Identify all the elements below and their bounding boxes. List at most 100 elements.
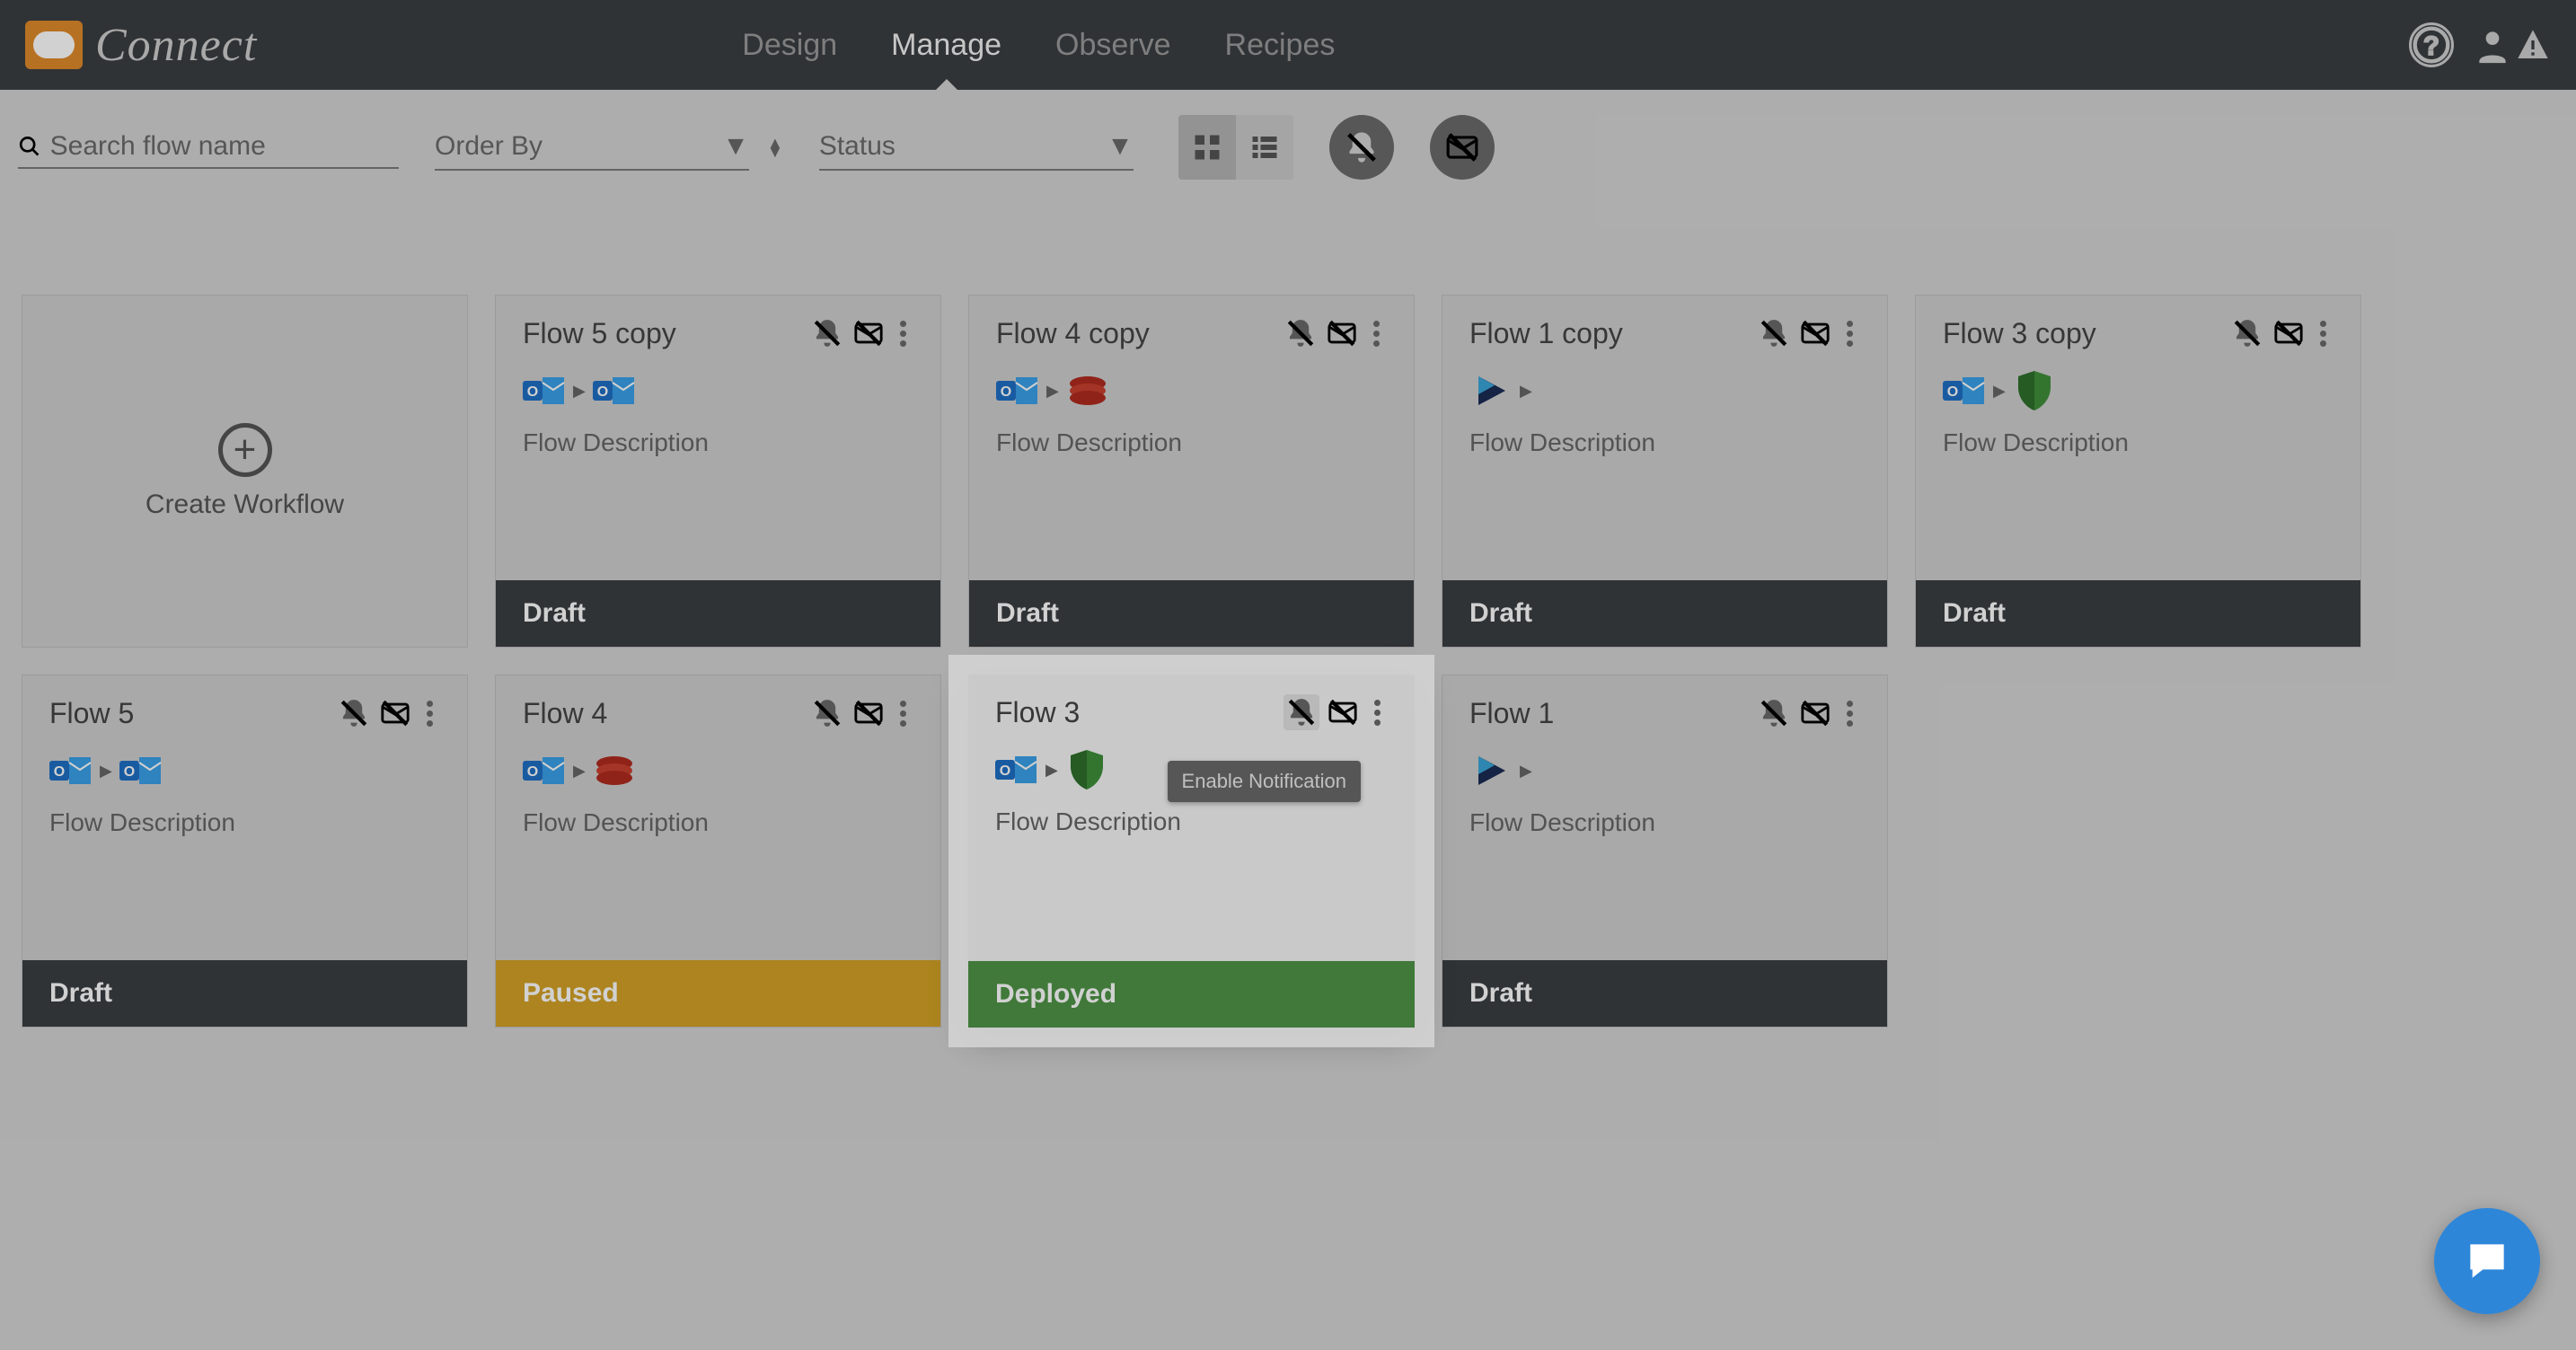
more-menu-button[interactable]: [1839, 701, 1860, 727]
flow-card-highlighted[interactable]: Flow 3 ▶ Flow Description Deployed Enabl…: [968, 675, 1415, 1028]
logo[interactable]: Connect: [25, 19, 257, 72]
flows-grid: + Create Workflow Flow 5 copy ▶ Flow Des…: [0, 205, 2576, 1049]
create-workflow-label: Create Workflow: [146, 490, 344, 520]
status-dropdown[interactable]: Status ▼: [819, 124, 1134, 171]
shield-icon: [1065, 748, 1108, 791]
outlook-icon: [523, 749, 566, 792]
mail-off-icon[interactable]: [851, 695, 887, 731]
flow-title: Flow 5: [49, 697, 331, 730]
connector-row: ▶: [1916, 360, 2360, 421]
orderby-dropdown[interactable]: Order By ▼: [435, 124, 749, 171]
search-input[interactable]: [50, 131, 399, 162]
more-menu-button[interactable]: [2312, 321, 2333, 347]
more-menu-button[interactable]: [892, 321, 913, 347]
notification-off-icon[interactable]: [1284, 694, 1319, 730]
arrow-right-icon: ▶: [573, 762, 586, 781]
help-button[interactable]: [2409, 22, 2454, 67]
connector-row: ▶: [1442, 740, 1887, 801]
arrow-right-icon: ▶: [1993, 382, 2006, 401]
notification-off-icon[interactable]: [1756, 695, 1792, 731]
outlook-icon: [1943, 369, 1986, 412]
mail-off-icon[interactable]: [377, 695, 413, 731]
tooltip-enable-notification: Enable Notification: [1168, 761, 1361, 802]
status-badge: Draft: [1442, 580, 1887, 647]
connector-row: ▶: [1442, 360, 1887, 421]
flow-description: Flow Description: [1916, 421, 2360, 464]
flow-description: Flow Description: [1442, 421, 1887, 464]
more-menu-button[interactable]: [892, 701, 913, 727]
notification-off-icon[interactable]: [809, 315, 845, 351]
list-view-button[interactable]: [1236, 115, 1293, 180]
nav-recipes[interactable]: Recipes: [1225, 1, 1336, 90]
notification-off-icon[interactable]: [336, 695, 372, 731]
search-field[interactable]: [18, 126, 399, 169]
more-menu-button[interactable]: [419, 701, 440, 727]
flow-title: Flow 3: [995, 696, 1278, 729]
app-name: Connect: [95, 19, 257, 72]
status-badge: Draft: [22, 960, 467, 1027]
connector-row: ▶: [496, 360, 940, 421]
flow-title: Flow 3 copy: [1943, 317, 2224, 350]
flow-description: Flow Description: [1442, 801, 1887, 844]
nav-observe[interactable]: Observe: [1055, 1, 1171, 90]
redis-icon: [1066, 369, 1109, 412]
redis-icon: [593, 749, 636, 792]
flow-card[interactable]: Flow 4 copy ▶ Flow Description Draft: [968, 295, 1415, 648]
nav-design[interactable]: Design: [742, 1, 837, 90]
global-mail-off-button[interactable]: [1430, 115, 1495, 180]
flow-card[interactable]: Flow 1 copy ▶ Flow Description Draft: [1442, 295, 1888, 648]
outlook-icon: [593, 369, 636, 412]
arrow-right-icon: ▶: [100, 762, 112, 781]
global-notification-off-button[interactable]: [1329, 115, 1394, 180]
outlook-icon: [119, 749, 163, 792]
flow-card[interactable]: Flow 4 ▶ Flow Description Paused: [495, 675, 941, 1028]
status-badge: Paused: [496, 960, 940, 1027]
more-menu-button[interactable]: [1366, 700, 1388, 726]
notification-off-icon[interactable]: [1283, 315, 1319, 351]
flow-title: Flow 1: [1469, 697, 1751, 730]
nav-manage[interactable]: Manage: [891, 1, 1001, 90]
chevron-down-icon: ▼: [722, 131, 749, 162]
view-toggle: [1178, 115, 1293, 180]
flow-card[interactable]: Flow 5 ▶ Flow Description Draft: [22, 675, 468, 1028]
triangle-icon: [1469, 369, 1513, 412]
mail-off-icon[interactable]: [1324, 315, 1360, 351]
flow-description: Flow Description: [496, 801, 940, 844]
status-label: Status: [819, 131, 895, 162]
mail-off-icon[interactable]: [1325, 694, 1361, 730]
logo-badge-icon: [25, 21, 83, 69]
flow-description: Flow Description: [969, 421, 1414, 464]
orderby-label: Order By: [435, 131, 543, 162]
mail-off-icon[interactable]: [1797, 315, 1833, 351]
main-nav: Design Manage Observe Recipes: [742, 1, 1335, 90]
notification-off-icon[interactable]: [809, 695, 845, 731]
plus-circle-icon: +: [218, 423, 272, 477]
mail-off-icon[interactable]: [2271, 315, 2307, 351]
connector-row: ▶: [496, 740, 940, 801]
notification-off-icon[interactable]: [2229, 315, 2265, 351]
flow-card[interactable]: Flow 1 ▶ Flow Description Draft: [1442, 675, 1888, 1028]
chevron-down-icon: ▼: [1107, 131, 1134, 162]
arrow-right-icon: ▶: [1046, 382, 1059, 401]
flow-description: Flow Description: [22, 801, 467, 844]
grid-view-button[interactable]: [1178, 115, 1236, 180]
chat-fab-button[interactable]: [2434, 1208, 2540, 1314]
status-badge: Deployed: [968, 961, 1415, 1028]
flow-description: Flow Description: [496, 421, 940, 464]
profile-icon[interactable]: [2470, 22, 2515, 67]
more-menu-button[interactable]: [1839, 321, 1860, 347]
arrow-right-icon: ▶: [1520, 382, 1532, 401]
alert-warning-icon[interactable]: [2515, 22, 2551, 67]
flow-card[interactable]: Flow 5 copy ▶ Flow Description Draft: [495, 295, 941, 648]
status-badge: Draft: [969, 580, 1414, 647]
sort-direction-toggle[interactable]: ▲▼: [767, 138, 783, 156]
notification-off-icon[interactable]: [1756, 315, 1792, 351]
flow-card[interactable]: Flow 3 copy ▶ Flow Description Draft: [1915, 295, 2361, 648]
mail-off-icon[interactable]: [1797, 695, 1833, 731]
connector-row: ▶: [22, 740, 467, 801]
flow-title: Flow 5 copy: [523, 317, 804, 350]
mail-off-icon[interactable]: [851, 315, 887, 351]
more-menu-button[interactable]: [1365, 321, 1387, 347]
connector-row: ▶: [969, 360, 1414, 421]
create-workflow-card[interactable]: + Create Workflow: [22, 295, 468, 648]
